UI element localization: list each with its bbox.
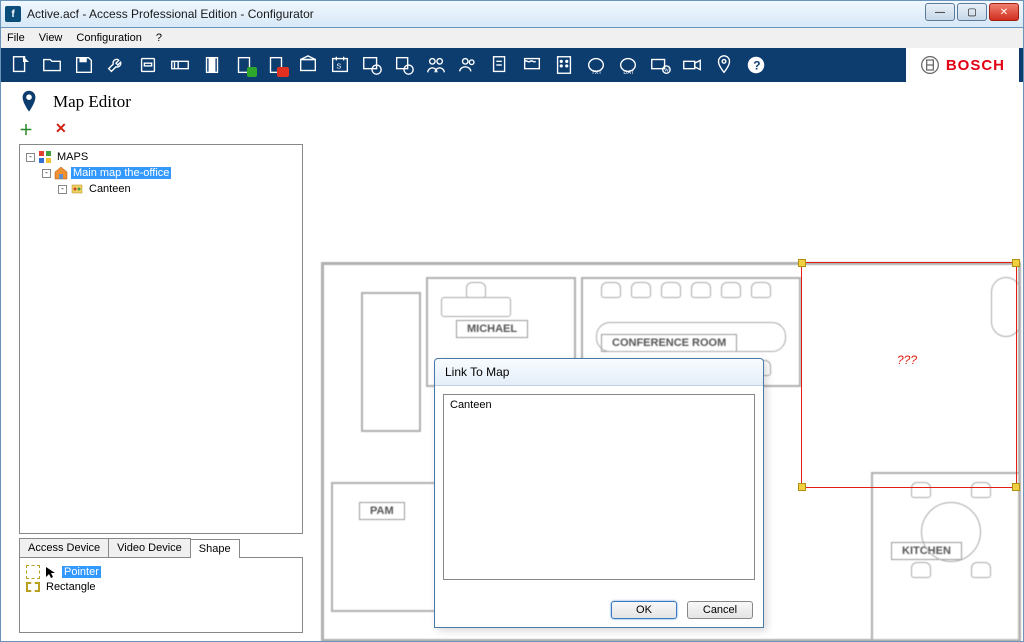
menu-bar: File View Configuration ? bbox=[0, 28, 1024, 48]
list-item[interactable]: Canteen bbox=[450, 399, 748, 411]
svg-text:?: ? bbox=[753, 59, 760, 73]
maximize-button[interactable]: ▢ bbox=[957, 3, 987, 21]
home-icon bbox=[54, 166, 68, 180]
menu-file[interactable]: File bbox=[7, 32, 25, 44]
dialog-map-list[interactable]: Canteen bbox=[443, 394, 755, 580]
expand-icon[interactable]: - bbox=[42, 169, 51, 178]
tab-access-device[interactable]: Access Device bbox=[19, 538, 109, 557]
menu-configuration[interactable]: Configuration bbox=[76, 32, 141, 44]
tab-video-device[interactable]: Video Device bbox=[108, 538, 191, 557]
svg-text:w: w bbox=[664, 67, 669, 73]
link-to-map-dialog: Link To Map Canteen OK Cancel bbox=[434, 358, 764, 628]
dat-export-icon[interactable]: DAT bbox=[613, 51, 643, 79]
selection-rectangle[interactable]: ??? bbox=[801, 262, 1017, 488]
add-map-button[interactable]: ＋ bbox=[19, 120, 33, 140]
brand-logo: BOSCH bbox=[906, 48, 1019, 82]
shape-rectangle[interactable]: Rectangle bbox=[26, 580, 296, 594]
door-open-icon[interactable] bbox=[229, 51, 259, 79]
areas-icon[interactable] bbox=[293, 51, 323, 79]
txt-export-icon[interactable]: TXT bbox=[581, 51, 611, 79]
tree-item-label[interactable]: Canteen bbox=[87, 183, 133, 195]
left-panel: Map Editor ＋ ✕ - MAPS - Main map the-off… bbox=[1, 82, 311, 641]
list-item-label: Rectangle bbox=[44, 581, 98, 593]
expand-icon[interactable]: - bbox=[58, 185, 67, 194]
persons-icon[interactable] bbox=[421, 51, 451, 79]
wrench-icon[interactable] bbox=[101, 51, 131, 79]
day-model-icon[interactable] bbox=[389, 51, 419, 79]
main-toolbar: S TXT DAT w ? BOSCH bbox=[0, 48, 1024, 82]
shape-pointer[interactable]: Pointer bbox=[26, 564, 296, 580]
map-link-icon bbox=[70, 182, 84, 196]
menu-help[interactable]: ? bbox=[156, 32, 162, 44]
window-title: Active.acf - Access Professional Edition… bbox=[27, 7, 314, 21]
dialog-title: Link To Map bbox=[435, 359, 763, 386]
door-icon[interactable] bbox=[197, 51, 227, 79]
display-icon[interactable] bbox=[517, 51, 547, 79]
ok-button[interactable]: OK bbox=[611, 601, 677, 619]
shape-panel: Pointer Rectangle bbox=[19, 558, 303, 633]
close-button[interactable]: ✕ bbox=[989, 3, 1019, 21]
room-label: PAM bbox=[359, 502, 405, 520]
tab-shape[interactable]: Shape bbox=[190, 539, 240, 558]
tree-root[interactable]: - MAPS bbox=[26, 149, 298, 165]
reports-icon[interactable] bbox=[485, 51, 515, 79]
save-icon[interactable] bbox=[69, 51, 99, 79]
minimize-button[interactable]: — bbox=[925, 3, 955, 21]
tree-item[interactable]: - Main map the-office bbox=[42, 165, 298, 181]
keypad-icon[interactable] bbox=[549, 51, 579, 79]
expand-icon[interactable]: - bbox=[26, 153, 35, 162]
person-groups-icon[interactable] bbox=[453, 51, 483, 79]
card-reader-icon[interactable] bbox=[133, 51, 163, 79]
device-tabs: Access Device Video Device Shape bbox=[19, 538, 303, 558]
tree-root-label[interactable]: MAPS bbox=[55, 151, 90, 163]
map-editor-icon bbox=[19, 90, 39, 114]
help-icon[interactable]: ? bbox=[741, 51, 771, 79]
svg-text:DAT: DAT bbox=[623, 70, 634, 76]
svg-text:TXT: TXT bbox=[591, 70, 602, 76]
map-pin-icon[interactable] bbox=[709, 51, 739, 79]
room-label: MICHAEL bbox=[456, 320, 528, 338]
app-icon: f bbox=[5, 6, 21, 22]
tree-item-label[interactable]: Main map the-office bbox=[71, 167, 171, 179]
input-signals-icon[interactable] bbox=[165, 51, 195, 79]
selection-placeholder: ??? bbox=[897, 353, 917, 367]
rectangle-icon bbox=[26, 582, 40, 592]
door-alarm-icon[interactable] bbox=[261, 51, 291, 79]
new-icon[interactable] bbox=[5, 51, 35, 79]
camera-icon[interactable] bbox=[677, 51, 707, 79]
video-config-icon[interactable]: w bbox=[645, 51, 675, 79]
window-titlebar: f Active.acf - Access Professional Editi… bbox=[0, 0, 1024, 28]
maps-folder-icon bbox=[38, 150, 52, 164]
map-editor-title: Map Editor bbox=[53, 92, 131, 112]
tree-item[interactable]: - Canteen bbox=[58, 181, 298, 197]
schedule-icon[interactable]: S bbox=[325, 51, 355, 79]
svg-text:S: S bbox=[336, 62, 341, 71]
maps-tree[interactable]: - MAPS - Main map the-office - Canteen bbox=[19, 144, 303, 534]
time-model-icon[interactable] bbox=[357, 51, 387, 79]
delete-map-button[interactable]: ✕ bbox=[55, 120, 67, 140]
cancel-button[interactable]: Cancel bbox=[687, 601, 753, 619]
list-item-label: Pointer bbox=[62, 566, 101, 578]
menu-view[interactable]: View bbox=[39, 32, 63, 44]
pointer-icon bbox=[44, 565, 58, 579]
open-icon[interactable] bbox=[37, 51, 67, 79]
